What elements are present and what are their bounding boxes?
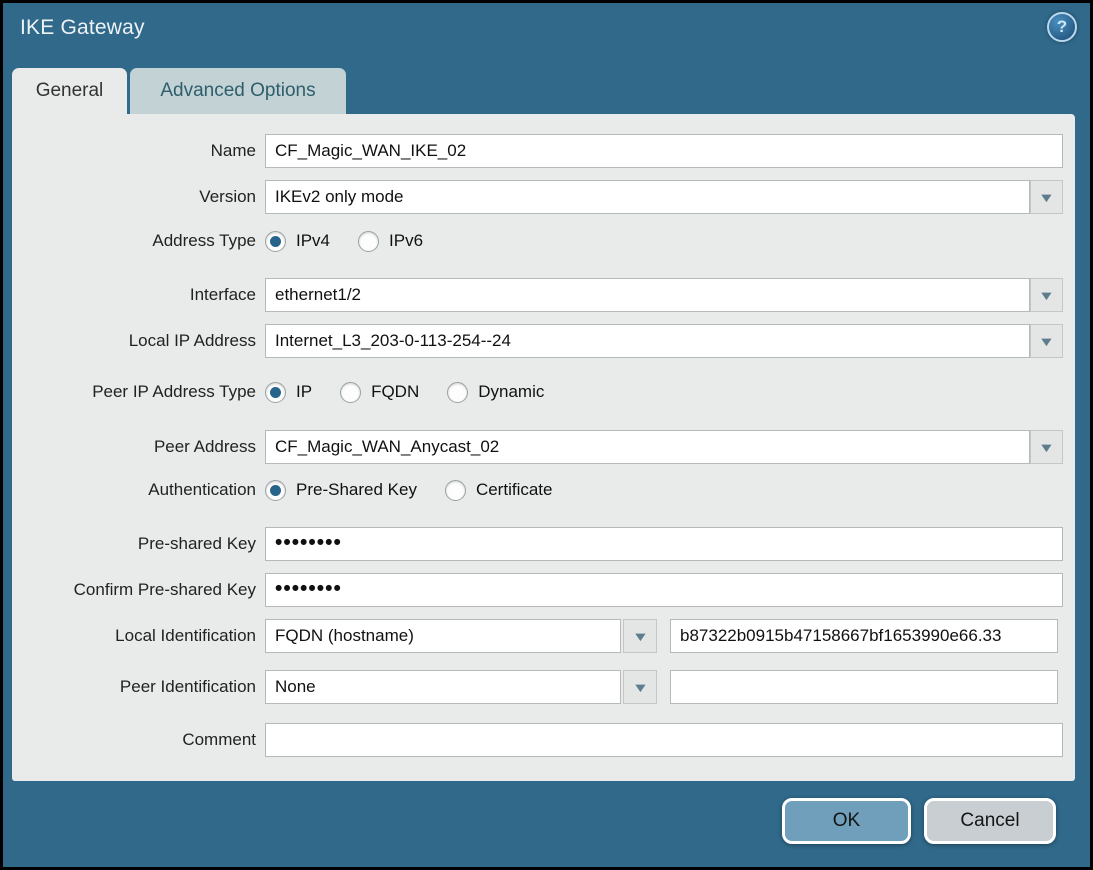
version-dropdown-button[interactable]: ▼ [1030, 180, 1063, 214]
ok-button-label: OK [833, 810, 860, 832]
preshared-key-radio[interactable] [265, 480, 286, 501]
version-select[interactable]: IKEv2 only mode [265, 180, 1030, 214]
local-ip-label: Local IP Address [12, 324, 256, 358]
peer-dynamic-radio-label[interactable]: Dynamic [478, 382, 544, 402]
peer-ip-radio[interactable] [265, 382, 286, 403]
chevron-down-icon: ▼ [1038, 334, 1055, 349]
certificate-radio[interactable] [445, 480, 466, 501]
interface-dropdown-button[interactable]: ▼ [1030, 278, 1063, 312]
cancel-button-label: Cancel [960, 810, 1019, 832]
chevron-down-icon: ▼ [1038, 288, 1055, 303]
ipv4-radio[interactable] [265, 231, 286, 252]
peer-fqdn-radio-label[interactable]: FQDN [371, 382, 419, 402]
ok-button[interactable]: OK [782, 798, 911, 844]
interface-select[interactable]: ethernet1/2 [265, 278, 1030, 312]
ike-gateway-dialog: IKE Gateway ? General Advanced Options N… [3, 3, 1090, 867]
interface-label: Interface [12, 278, 256, 312]
confirm-preshared-key-input[interactable]: •••••••• [265, 573, 1063, 607]
preshared-key-radio-label[interactable]: Pre-Shared Key [296, 480, 417, 500]
peer-identification-value-input[interactable] [670, 670, 1058, 704]
local-ip-select[interactable]: Internet_L3_203-0-113-254--24 [265, 324, 1030, 358]
certificate-radio-label[interactable]: Certificate [476, 480, 553, 500]
cancel-button[interactable]: Cancel [924, 798, 1056, 844]
peer-identification-label: Peer Identification [12, 670, 256, 704]
peer-identification-type-select[interactable]: None [265, 670, 621, 704]
confirm-preshared-key-label: Confirm Pre-shared Key [12, 573, 256, 607]
address-type-label: Address Type [12, 226, 256, 256]
general-tab-panel: Name CF_Magic_WAN_IKE_02 Version IKEv2 o… [12, 114, 1075, 781]
help-icon[interactable]: ? [1047, 12, 1077, 42]
name-label: Name [12, 134, 256, 168]
chevron-down-icon: ▼ [631, 680, 648, 695]
tab-general[interactable]: General [12, 68, 127, 114]
address-type-radio-group: IPv4 IPv6 [265, 226, 451, 256]
peer-address-select[interactable]: CF_Magic_WAN_Anycast_02 [265, 430, 1030, 464]
chevron-down-icon: ▼ [631, 629, 648, 644]
ipv4-radio-label[interactable]: IPv4 [296, 231, 330, 251]
version-label: Version [12, 180, 256, 214]
preshared-key-input[interactable]: •••••••• [265, 527, 1063, 561]
authentication-label: Authentication [12, 475, 256, 505]
peer-dynamic-radio[interactable] [447, 382, 468, 403]
local-identification-label: Local Identification [12, 619, 256, 653]
local-ip-dropdown-button[interactable]: ▼ [1030, 324, 1063, 358]
peer-fqdn-radio[interactable] [340, 382, 361, 403]
local-identification-dropdown-button[interactable]: ▼ [623, 619, 657, 653]
chevron-down-icon: ▼ [1038, 440, 1055, 455]
preshared-key-label: Pre-shared Key [12, 527, 256, 561]
authentication-radio-group: Pre-Shared Key Certificate [265, 475, 580, 505]
comment-label: Comment [12, 723, 256, 757]
peer-ip-type-radio-group: IP FQDN Dynamic [265, 377, 572, 407]
peer-ip-type-label: Peer IP Address Type [12, 377, 256, 407]
local-identification-type-select[interactable]: FQDN (hostname) [265, 619, 621, 653]
tab-general-label: General [36, 80, 104, 102]
tab-advanced-options[interactable]: Advanced Options [130, 68, 346, 114]
peer-address-label: Peer Address [12, 430, 256, 464]
peer-ip-radio-label[interactable]: IP [296, 382, 312, 402]
local-identification-value-input[interactable]: b87322b0915b47158667bf1653990e66.33 [670, 619, 1058, 653]
tab-advanced-options-label: Advanced Options [160, 80, 315, 102]
dialog-title: IKE Gateway [20, 16, 145, 40]
ipv6-radio[interactable] [358, 231, 379, 252]
name-input[interactable]: CF_Magic_WAN_IKE_02 [265, 134, 1063, 168]
comment-input[interactable] [265, 723, 1063, 757]
ipv6-radio-label[interactable]: IPv6 [389, 231, 423, 251]
chevron-down-icon: ▼ [1038, 190, 1055, 205]
peer-address-dropdown-button[interactable]: ▼ [1030, 430, 1063, 464]
peer-identification-dropdown-button[interactable]: ▼ [623, 670, 657, 704]
